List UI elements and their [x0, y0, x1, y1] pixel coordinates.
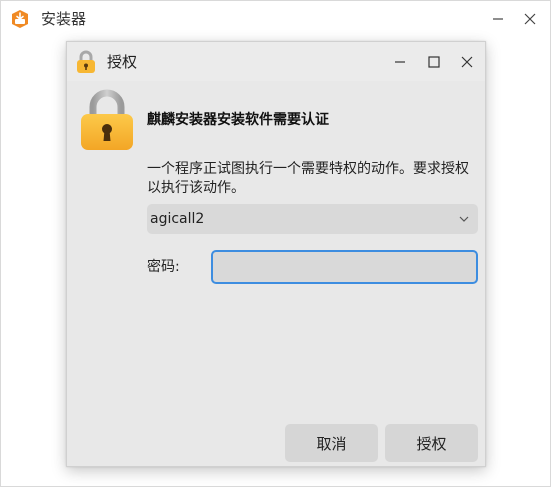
dialog-message: 一个程序正试图执行一个需要特权的动作。要求授权以执行该动作。 — [147, 161, 469, 196]
user-select[interactable]: agicall2 — [147, 204, 478, 234]
authorize-button[interactable]: 授权 — [385, 424, 478, 462]
minimize-icon[interactable] — [389, 51, 411, 73]
installer-app-icon — [10, 9, 30, 29]
lock-icon — [75, 50, 97, 74]
close-icon[interactable] — [520, 9, 540, 29]
padlock-icon — [79, 89, 135, 151]
user-select-value: agicall2 — [150, 211, 205, 227]
password-label: 密码: — [147, 259, 180, 275]
cancel-button[interactable]: 取消 — [285, 424, 378, 462]
installer-titlebar: 安装器 — [1, 1, 550, 37]
authorization-dialog: 授权 麒麟安装器安装软件需要认证 一个程序正试图执行一个需要特权的动作。要求授权… — [66, 41, 486, 467]
chevron-down-icon — [458, 213, 470, 225]
minimize-icon[interactable] — [488, 9, 508, 29]
maximize-icon[interactable] — [423, 51, 445, 73]
dialog-title: 授权 — [107, 53, 138, 71]
close-icon[interactable] — [456, 51, 478, 73]
dialog-heading: 麒麟安装器安装软件需要认证 — [147, 112, 329, 128]
dialog-titlebar: 授权 — [67, 42, 485, 81]
installer-title: 安装器 — [41, 10, 87, 28]
password-input[interactable] — [211, 250, 478, 284]
